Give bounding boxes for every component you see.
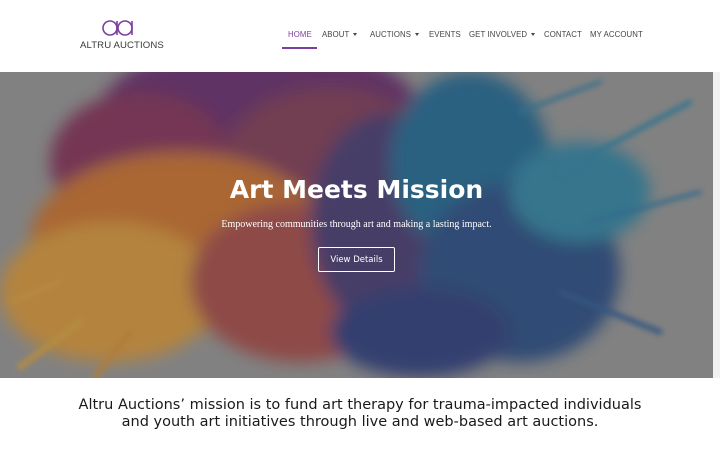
nav-item-label: GET INVOLVED xyxy=(469,30,528,39)
mission-statement: Altru Auctions’ mission is to fund art t… xyxy=(0,397,720,431)
mission-line-1: Altru Auctions’ mission is to fund art t… xyxy=(78,397,642,413)
nav-item-label: HOME xyxy=(288,30,312,39)
main-nav: HOME ABOUT AUCTIONS EVENTS GET INVOLVED … xyxy=(0,30,720,49)
nav-item-label: ABOUT xyxy=(322,30,350,39)
hero-title: Art Meets Mission xyxy=(229,175,484,204)
nav-item-events[interactable]: EVENTS xyxy=(429,30,461,39)
nav-item-label: CONTACT xyxy=(544,30,582,39)
scrollbar[interactable] xyxy=(713,72,720,378)
nav-item-home[interactable]: HOME xyxy=(288,30,312,39)
nav-item-contact[interactable]: CONTACT xyxy=(544,30,582,39)
nav-item-get-involved[interactable]: GET INVOLVED xyxy=(469,30,536,39)
chevron-down-icon xyxy=(415,33,420,36)
view-details-button[interactable]: View Details xyxy=(318,247,395,272)
chevron-down-icon xyxy=(353,33,358,36)
hero-subtitle: Empowering communities through art and m… xyxy=(221,219,492,230)
nav-item-my-account[interactable]: MY ACCOUNT xyxy=(590,30,643,39)
chevron-down-icon xyxy=(531,33,536,36)
hero-banner: Art Meets Mission Empowering communities… xyxy=(0,72,713,378)
active-nav-underline xyxy=(282,47,317,49)
nav-item-label: AUCTIONS xyxy=(370,30,412,39)
site-header: ALTRU AUCTIONS HOME ABOUT AUCTIONS EVENT… xyxy=(0,0,720,72)
nav-item-label: EVENTS xyxy=(429,30,461,39)
nav-item-label: MY ACCOUNT xyxy=(590,30,643,39)
nav-item-auctions[interactable]: AUCTIONS xyxy=(370,30,420,39)
nav-item-about[interactable]: ABOUT xyxy=(322,30,358,39)
mission-line-2: and youth art initiatives through live a… xyxy=(121,414,599,430)
